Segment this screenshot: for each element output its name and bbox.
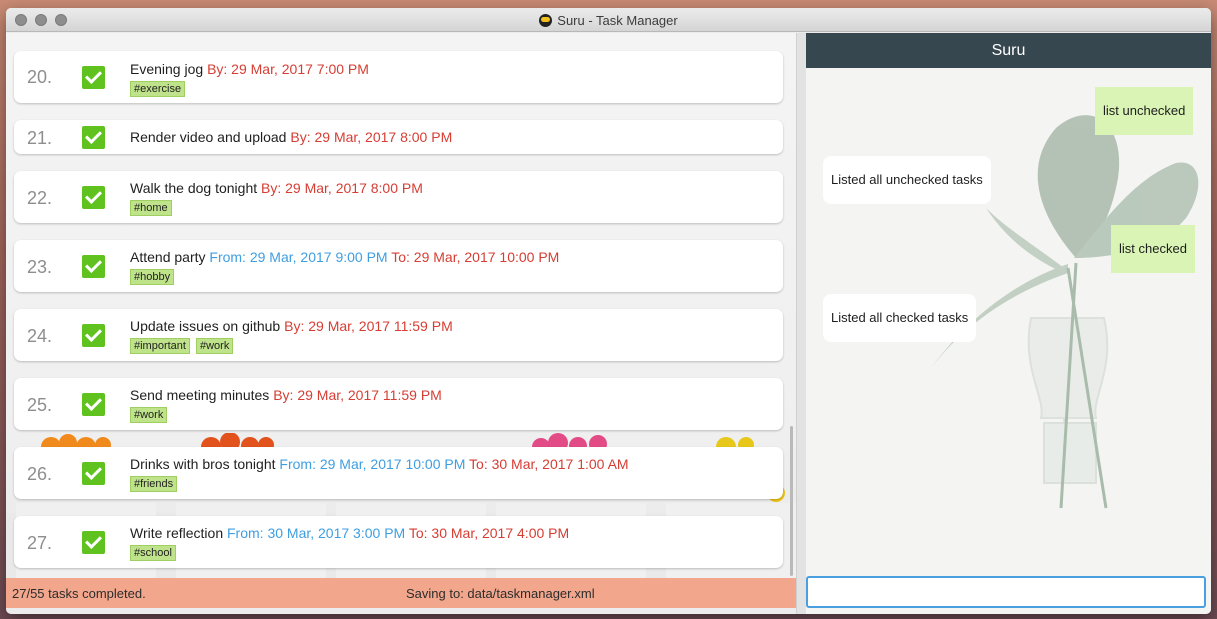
checkbox-checked-icon[interactable] bbox=[82, 126, 105, 149]
task-tags: #hobby bbox=[130, 267, 180, 285]
task-name: Write reflection bbox=[130, 525, 224, 541]
task-description: Update issues on github By: 29 Mar, 2017… bbox=[130, 318, 453, 334]
task-deadline: By: 29 Mar, 2017 7:00 PM bbox=[207, 61, 369, 77]
task-index: 27. bbox=[27, 533, 53, 553]
task-tag: #friends bbox=[130, 476, 178, 492]
task-tags: #home bbox=[130, 198, 178, 216]
task-tags: #friends bbox=[130, 474, 183, 492]
task-index: 20. bbox=[27, 67, 53, 87]
task-tags: #school bbox=[130, 543, 182, 561]
task-description: Walk the dog tonight By: 29 Mar, 2017 8:… bbox=[130, 180, 423, 196]
split-pane-divider[interactable] bbox=[796, 33, 806, 614]
task-deadline: By: 29 Mar, 2017 11:59 PM bbox=[273, 387, 442, 403]
task-list-scrollbar[interactable] bbox=[790, 426, 793, 576]
task-deadline: By: 29 Mar, 2017 8:00 PM bbox=[261, 180, 423, 196]
task-card[interactable]: 21. Render video and upload By: 29 Mar, … bbox=[14, 120, 783, 154]
task-card[interactable]: 20. Evening jog By: 29 Mar, 2017 7:00 PM… bbox=[14, 51, 783, 103]
app-window: Suru - Task Manager 20. Evening jog By: … bbox=[6, 8, 1211, 614]
checkbox-checked-icon[interactable] bbox=[82, 462, 105, 485]
task-name: Attend party bbox=[130, 249, 206, 265]
status-bar: 27/55 tasks completed. Saving to: data/t… bbox=[6, 578, 796, 608]
task-index: 21. bbox=[27, 128, 53, 148]
task-deadline: By: 29 Mar, 2017 11:59 PM bbox=[284, 318, 453, 334]
title-bar: Suru - Task Manager bbox=[6, 8, 1211, 32]
task-name: Update issues on github bbox=[130, 318, 281, 334]
task-tag: #school bbox=[130, 545, 176, 561]
task-name: Walk the dog tonight bbox=[130, 180, 258, 196]
task-card[interactable]: 27. Write reflection From: 30 Mar, 2017 … bbox=[14, 516, 783, 568]
chat-panel: Suru list unchecked Listed all unchecked… bbox=[806, 33, 1211, 614]
chat-message-user: list unchecked bbox=[1095, 87, 1194, 135]
suru-app-icon bbox=[539, 14, 553, 27]
task-deadline: By: 29 Mar, 2017 8:00 PM bbox=[290, 129, 453, 145]
command-input[interactable] bbox=[806, 576, 1206, 608]
task-name: Send meeting minutes bbox=[130, 387, 270, 403]
chat-message-user: list checked bbox=[1111, 225, 1195, 273]
task-card[interactable]: 22. Walk the dog tonight By: 29 Mar, 201… bbox=[14, 171, 783, 223]
checkbox-checked-icon[interactable] bbox=[82, 531, 105, 554]
checkbox-checked-icon[interactable] bbox=[82, 66, 105, 89]
task-name: Render video and upload bbox=[130, 129, 287, 145]
task-tags: #exercise bbox=[130, 79, 191, 97]
task-tag: #work bbox=[195, 338, 234, 354]
task-tag: #work bbox=[130, 407, 168, 423]
checkbox-checked-icon[interactable] bbox=[82, 393, 105, 416]
chat-message-bot: Listed all checked tasks bbox=[823, 294, 977, 342]
task-tag: #hobby bbox=[130, 269, 175, 285]
window-title-text: Suru - Task Manager bbox=[557, 13, 678, 28]
task-card[interactable]: 25. Send meeting minutes By: 29 Mar, 201… bbox=[14, 378, 783, 430]
task-description: Attend party From: 29 Mar, 2017 9:00 PM … bbox=[130, 249, 559, 265]
checkbox-checked-icon[interactable] bbox=[82, 186, 105, 209]
task-list-panel[interactable]: 20. Evening jog By: 29 Mar, 2017 7:00 PM… bbox=[6, 33, 796, 578]
task-description: Send meeting minutes By: 29 Mar, 2017 11… bbox=[130, 387, 442, 403]
task-index: 25. bbox=[27, 395, 53, 415]
task-description: Evening jog By: 29 Mar, 2017 7:00 PM bbox=[130, 61, 369, 77]
task-start-time: From: 29 Mar, 2017 10:00 PM bbox=[279, 456, 466, 472]
task-description: Drinks with bros tonight From: 29 Mar, 2… bbox=[130, 456, 629, 472]
tasks-completed-status: 27/55 tasks completed. bbox=[12, 586, 146, 601]
task-end-time: To: 30 Mar, 2017 1:00 AM bbox=[469, 456, 629, 472]
window-title: Suru - Task Manager bbox=[6, 13, 1211, 28]
checkbox-checked-icon[interactable] bbox=[82, 324, 105, 347]
chat-header: Suru bbox=[806, 33, 1211, 68]
task-end-time: To: 30 Mar, 2017 4:00 PM bbox=[408, 525, 570, 541]
task-index: 23. bbox=[27, 257, 53, 277]
save-location-status: Saving to: data/taskmanager.xml bbox=[406, 586, 595, 601]
task-card[interactable]: 26. Drinks with bros tonight From: 29 Ma… bbox=[14, 447, 783, 499]
task-index: 22. bbox=[27, 188, 53, 208]
task-description: Write reflection From: 30 Mar, 2017 3:00… bbox=[130, 525, 569, 541]
task-description: Render video and upload By: 29 Mar, 2017… bbox=[130, 129, 452, 145]
task-index: 26. bbox=[27, 464, 53, 484]
task-name: Drinks with bros tonight bbox=[130, 456, 276, 472]
task-name: Evening jog bbox=[130, 61, 204, 77]
task-start-time: From: 30 Mar, 2017 3:00 PM bbox=[227, 525, 406, 541]
task-index: 24. bbox=[27, 326, 53, 346]
task-card[interactable]: 23. Attend party From: 29 Mar, 2017 9:00… bbox=[14, 240, 783, 292]
task-end-time: To: 29 Mar, 2017 10:00 PM bbox=[391, 249, 560, 265]
task-card[interactable]: 24. Update issues on github By: 29 Mar, … bbox=[14, 309, 783, 361]
task-start-time: From: 29 Mar, 2017 9:00 PM bbox=[209, 249, 388, 265]
task-tag: #home bbox=[130, 200, 172, 216]
task-tags: #work bbox=[130, 405, 173, 423]
checkbox-checked-icon[interactable] bbox=[82, 255, 105, 278]
chat-message-bot: Listed all unchecked tasks bbox=[823, 156, 991, 204]
task-tag: #exercise bbox=[130, 81, 186, 97]
task-tag: #important bbox=[130, 338, 190, 354]
task-tags: #important #work bbox=[130, 336, 239, 354]
